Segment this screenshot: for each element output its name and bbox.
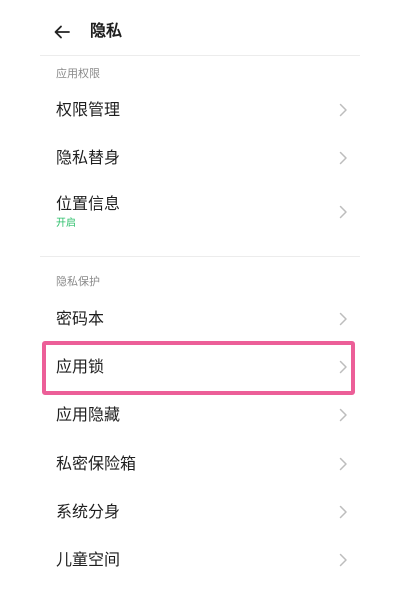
chevron-right-icon: [339, 103, 347, 117]
header-divider: [40, 55, 360, 56]
row-title: 私密保险箱: [56, 454, 137, 473]
kids-space-row[interactable]: 儿童空间: [40, 537, 360, 585]
app-lock-row[interactable]: 应用锁: [40, 343, 360, 391]
page-title: 隐私: [90, 21, 123, 40]
chevron-right-icon: [339, 312, 347, 326]
section-divider: [40, 256, 360, 257]
password-book-row[interactable]: 密码本: [40, 295, 360, 343]
row-title: 隐私替身: [56, 148, 121, 167]
row-title: 权限管理: [56, 100, 121, 119]
location-info-row[interactable]: 位置信息 开启: [40, 182, 360, 242]
chevron-right-icon: [339, 505, 347, 519]
row-title: 密码本: [56, 309, 105, 328]
privacy-substitute-row[interactable]: 隐私替身: [40, 134, 360, 182]
row-title: 系统分身: [56, 502, 121, 521]
chevron-right-icon: [339, 151, 347, 165]
row-title: 应用锁: [56, 357, 105, 376]
row-title: 位置信息: [56, 194, 121, 213]
system-clone-row[interactable]: 系统分身: [40, 489, 360, 537]
chevron-right-icon: [339, 408, 347, 422]
app-hide-row[interactable]: 应用隐藏: [40, 391, 360, 439]
row-title: 应用隐藏: [56, 405, 121, 424]
permission-management-row[interactable]: 权限管理: [40, 86, 360, 134]
chevron-right-icon: [339, 205, 347, 219]
private-safe-row[interactable]: 私密保险箱: [40, 440, 360, 488]
chevron-right-icon: [339, 457, 347, 471]
chevron-right-icon: [339, 360, 347, 374]
row-title: 儿童空间: [56, 550, 121, 569]
top-bar: 隐私: [0, 0, 401, 56]
location-status-text: 开启: [56, 218, 76, 229]
back-arrow-icon[interactable]: [52, 22, 72, 42]
section-label-app-permissions: 应用权限: [56, 67, 100, 80]
section-label-privacy-protection: 隐私保护: [56, 275, 100, 288]
chevron-right-icon: [339, 553, 347, 567]
